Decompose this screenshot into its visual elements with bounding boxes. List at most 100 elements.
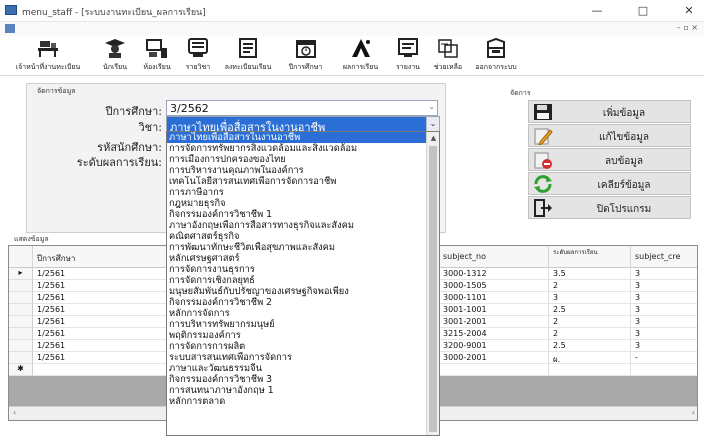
dropdown-item[interactable]: การจัดการงานธุรการ — [167, 264, 439, 275]
row-selector[interactable] — [9, 340, 33, 352]
cell-grade[interactable]: 2 — [549, 280, 631, 292]
toolbar-exit[interactable]: ออกจากระบบ — [468, 36, 524, 76]
mdi-controls[interactable]: – ▫ × — [677, 23, 698, 32]
column-header-year[interactable]: ปีการศึกษา — [33, 246, 167, 268]
cell-grade[interactable]: 2.5 — [549, 304, 631, 316]
dropdown-item[interactable]: ภาษาไทยเพื่อสื่อสารในงานอาชีพ — [167, 132, 439, 143]
row-selector[interactable] — [9, 328, 33, 340]
row-selector[interactable] — [9, 352, 33, 364]
current-row-marker[interactable]: ▸ — [9, 268, 33, 280]
cell-subject-no[interactable]: 3000-1505 — [439, 280, 549, 292]
cell-subject-no[interactable]: 3001-2001 — [439, 316, 549, 328]
cell-year[interactable]: 1/2561 — [33, 316, 167, 328]
toolbar-subject[interactable]: รายวิชา — [178, 36, 218, 76]
delete-button[interactable]: ลบข้อมูล — [528, 148, 691, 171]
dropdown-item[interactable]: การบริหารทรัพยากรมนุษย์ — [167, 319, 439, 330]
cell-subject-no[interactable]: 3000-2001 — [439, 352, 549, 364]
cell-year[interactable]: 1/2561 — [33, 280, 167, 292]
dropdown-item[interactable]: การจัดการเชิงกลยุทธ์ — [167, 275, 439, 286]
dropdown-item[interactable]: การสนทนาภาษาอังกฤษ 1 — [167, 385, 439, 396]
cell-credit[interactable]: 3 — [631, 316, 697, 328]
scroll-right-icon[interactable]: › — [692, 408, 695, 417]
dropdown-item[interactable]: ภาษาและวัฒนธรรมจีน — [167, 363, 439, 374]
toolbar-classroom[interactable]: ห้องเรียน — [136, 36, 178, 76]
chevron-down-icon[interactable]: ⌄ — [426, 117, 439, 131]
cell-grade[interactable]: 3 — [549, 292, 631, 304]
cell-credit[interactable]: 3 — [631, 304, 697, 316]
subject-dropdown-list[interactable]: ภาษาไทยเพื่อสื่อสารในงานอาชีพ การจัดการทร… — [166, 131, 440, 436]
toolbar-student[interactable]: นักเรียน — [94, 36, 136, 76]
row-selector[interactable] — [9, 304, 33, 316]
cell-subject-no[interactable]: 3215-2004 — [439, 328, 549, 340]
cell-credit[interactable]: 3 — [631, 292, 697, 304]
cell-subject-no[interactable] — [439, 364, 549, 376]
cell-year[interactable]: 1/2561 — [33, 328, 167, 340]
minimize-button[interactable]: — — [582, 2, 612, 20]
clear-button[interactable]: เคลียร์ข้อมูล — [528, 172, 691, 195]
cell-credit[interactable]: - — [631, 352, 697, 364]
dropdown-item[interactable]: กฎหมายธุรกิจ — [167, 198, 439, 209]
cell-grade[interactable]: ผ. — [549, 352, 631, 364]
dropdown-item[interactable]: การจัดการการผลิต — [167, 341, 439, 352]
dropdown-item[interactable]: การเมืองการปกครองของไทย — [167, 154, 439, 165]
edit-button[interactable]: แก้ไขข้อมูล — [528, 124, 691, 147]
cell-subject-no[interactable]: 3000-1312 — [439, 268, 549, 280]
dropdown-item[interactable]: พฤติกรรมองค์การ — [167, 330, 439, 341]
cell-credit[interactable]: 3 — [631, 340, 697, 352]
cell-subject-no[interactable]: 3000-1101 — [439, 292, 549, 304]
dropdown-item[interactable]: กิจกรรมองค์การวิชาชีพ 3 — [167, 374, 439, 385]
dropdown-item[interactable]: มนุษยสัมพันธ์กับปรัชญาของเศรษฐกิจพอเพียง — [167, 286, 439, 297]
row-selector[interactable] — [9, 292, 33, 304]
maximize-button[interactable]: □ — [628, 2, 658, 20]
cell-grade[interactable]: 3.5 — [549, 268, 631, 280]
cell-year[interactable]: 1/2561 — [33, 352, 167, 364]
year-combobox[interactable]: 3/2562 ⌄ — [166, 100, 438, 116]
cell-grade[interactable]: 2.5 — [549, 340, 631, 352]
cell-year[interactable]: 1/2561 — [33, 304, 167, 316]
dropdown-item[interactable]: ภาษาอังกฤษเพื่อการสื่อสารทางธุรกิจและสัง… — [167, 220, 439, 231]
dropdown-item[interactable]: การภาษีอากร — [167, 187, 439, 198]
toolbar-report[interactable]: รายงาน — [388, 36, 428, 76]
dropdown-item[interactable]: หลักการตลาด — [167, 396, 439, 407]
cell-credit[interactable]: 3 — [631, 268, 697, 280]
row-selector[interactable] — [9, 280, 33, 292]
dropdown-item[interactable]: เทคโนโลยีสารสนเทศเพื่อการจัดการอาชีพ — [167, 176, 439, 187]
cell-grade[interactable] — [549, 364, 631, 376]
cell-year[interactable]: 1/2561 — [33, 268, 167, 280]
scroll-left-icon[interactable]: ‹ — [13, 408, 16, 417]
toolbar-year[interactable]: ปีการศึกษา — [278, 36, 333, 76]
toolbar-help[interactable]: ช่วยเหลือ — [428, 36, 468, 76]
cell-credit[interactable] — [631, 364, 697, 376]
cell-credit[interactable]: 3 — [631, 280, 697, 292]
close-button[interactable]: ✕ — [674, 2, 704, 20]
toolbar-grade[interactable]: ผลการเรียน — [333, 36, 388, 76]
cell-subject-no[interactable]: 3001-1001 — [439, 304, 549, 316]
column-header-credit[interactable]: subject_cre — [631, 246, 697, 268]
column-header-grade[interactable]: ระดับผลการเรียน — [549, 246, 631, 268]
dropdown-item[interactable]: หลักเศรษฐศาสตร์ — [167, 253, 439, 264]
dropdown-item[interactable]: หลักการจัดการ — [167, 308, 439, 319]
dropdown-item[interactable]: การพัฒนาทักษะชีวิตเพื่อสุขภาพและสังคม — [167, 242, 439, 253]
dropdown-item[interactable]: ระบบสารสนเทศเพื่อการจัดการ — [167, 352, 439, 363]
cell-subject-no[interactable]: 3200-9001 — [439, 340, 549, 352]
column-header-subject-no[interactable]: subject_no — [439, 246, 549, 268]
cell-grade[interactable]: 2 — [549, 328, 631, 340]
row-selector[interactable] — [9, 316, 33, 328]
new-row-marker[interactable]: ✱ — [9, 364, 33, 376]
subject-combobox[interactable]: ภาษาไทยเพื่อสื่อสารในงานอาชีพ ⌄ — [166, 116, 440, 132]
add-button[interactable]: เพิ่มข้อมูล — [528, 100, 691, 123]
toolbar-staff[interactable]: เจ้าหน้าที่งานทะเบียน — [2, 36, 94, 76]
cell-year[interactable]: 1/2561 — [33, 292, 167, 304]
dropdown-item[interactable]: คณิตศาสตร์ธุรกิจ — [167, 231, 439, 242]
cell-year[interactable] — [33, 364, 167, 376]
cell-year[interactable]: 1/2561 — [33, 340, 167, 352]
cell-credit[interactable]: 3 — [631, 328, 697, 340]
dropdown-item[interactable]: การบริหารงานคุณภาพในองค์การ — [167, 165, 439, 176]
scroll-thumb[interactable] — [429, 146, 437, 432]
cell-grade[interactable]: 2 — [549, 316, 631, 328]
dropdown-item[interactable]: กิจกรรมองค์การวิชาชีพ 2 — [167, 297, 439, 308]
dropdown-item[interactable]: การจัดการทรัพยากรสิ่งแวดล้อมและสิ่งแวดล้… — [167, 143, 439, 154]
toolbar-register[interactable]: ลงทะเบียนเรียน — [218, 36, 278, 76]
close-program-button[interactable]: ปิดโปรแกรม — [528, 196, 691, 219]
dropdown-item[interactable]: กิจกรรมองค์การวิชาชีพ 1 — [167, 209, 439, 220]
